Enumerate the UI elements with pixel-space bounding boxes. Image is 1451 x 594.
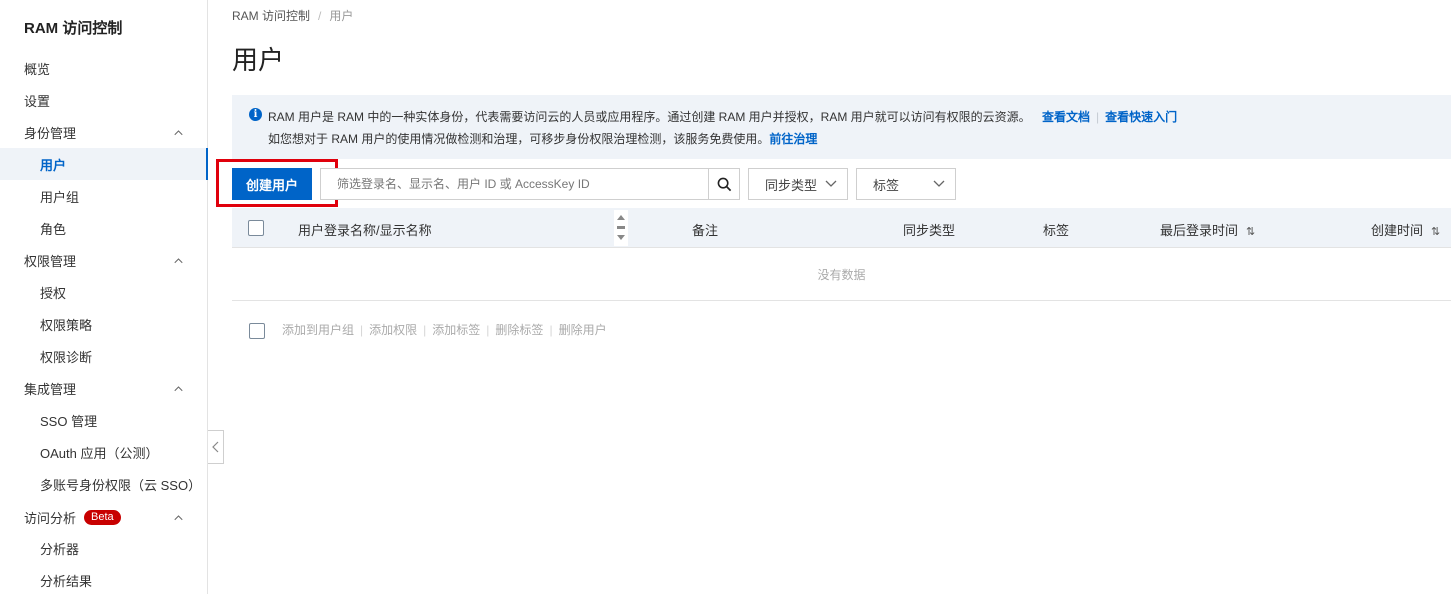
info-line-2: 如您想对于 RAM 用户的使用情况做检测和治理，可移步身份权限治理检测，该服务免… [268,130,817,147]
column-header-last-login[interactable]: 最后登录时间 ⇅ [1160,220,1255,239]
breadcrumb-current: 用户 [329,9,354,23]
info-text-2: 如您想对于 RAM 用户的使用情况做检测和治理，可移步身份权限治理检测，该服务免… [268,132,770,146]
sidebar-item-users[interactable]: 用户 [0,148,208,180]
sync-type-select-value: 同步类型 [765,177,818,193]
page-title: 用户 [232,45,285,75]
tag-select[interactable]: 标签 [856,168,956,200]
sidebar-item-label: 权限诊断 [40,349,93,365]
sidebar-item-oauth[interactable]: OAuth 应用（公测） [0,436,207,468]
batch-separator: | [423,323,427,337]
sidebar-item-label: 用户组 [40,189,80,205]
chevron-up-icon [174,258,183,264]
batch-select-checkbox[interactable] [249,323,265,339]
column-header-username: 用户登录名称/显示名称 [298,223,432,238]
tag-select-value: 标签 [873,177,900,193]
info-line-1: RAM 用户是 RAM 中的一种实体身份，代表需要访问云的人员或应用程序。通过创… [268,108,1177,125]
chevron-down-icon [933,180,945,187]
column-header-label: 最后登录时间 [1160,223,1239,238]
beta-badge: Beta [84,509,121,525]
sidebar-item-settings[interactable]: 设置 [0,84,207,116]
empty-text: 没有数据 [817,268,866,282]
sidebar: RAM 访问控制 概览 设置 身份管理 用户 用户组 角色 权限管理 授权 权限… [0,0,208,594]
column-header-created[interactable]: 创建时间 ⇅ [1371,220,1440,239]
sidebar-item-roles[interactable]: 角色 [0,212,207,244]
column-header-tags: 标签 [1043,223,1070,238]
sidebar-item-sso[interactable]: SSO 管理 [0,404,207,436]
column-resize-handle[interactable] [614,210,628,246]
batch-add-tag[interactable]: 添加标签 [432,323,480,337]
sidebar-item-label: 授权 [40,285,67,301]
column-header-sync-type: 同步类型 [903,223,956,238]
chevron-up-icon [174,130,183,136]
chevron-down-icon [825,180,837,187]
column-header-remark: 备注 [692,223,719,238]
table-header: 用户登录名称/显示名称 备注 同步类型 标签 最后登录时间 ⇅ 创建时间 ⇅ [232,208,1451,248]
batch-add-permission[interactable]: 添加权限 [369,323,417,337]
sidebar-item-label: OAuth 应用（公测） [40,445,159,461]
sidebar-group-identity[interactable]: 身份管理 [0,116,207,148]
sidebar-group-access-analysis[interactable]: 访问分析 Beta [0,501,207,533]
create-user-button[interactable]: 创建用户 [232,168,312,200]
sidebar-item-cloud-sso[interactable]: 多账号身份权限（云 SSO） [0,468,207,500]
sidebar-item-diagnostics[interactable]: 权限诊断 [0,340,207,372]
column-header-label: 创建时间 [1371,223,1424,238]
sidebar-item-label: 权限策略 [40,317,93,333]
sidebar-item-label: 分析器 [40,541,80,557]
search-icon [717,177,731,191]
quickstart-link[interactable]: 查看快速入门 [1105,110,1177,124]
search-button[interactable] [708,168,740,200]
sidebar-group-permissions[interactable]: 权限管理 [0,244,207,276]
batch-add-to-group[interactable]: 添加到用户组 [282,323,354,337]
sync-type-select[interactable]: 同步类型 [748,168,848,200]
sidebar-item-label: 集成管理 [24,381,77,397]
sidebar-collapse-button[interactable] [208,430,224,464]
chevron-up-icon [174,515,183,521]
select-all-checkbox[interactable] [248,220,264,236]
sidebar-item-label: 访问分析 [24,510,77,526]
info-banner: i RAM 用户是 RAM 中的一种实体身份，代表需要访问云的人员或应用程序。通… [232,95,1451,159]
app-title: RAM 访问控制 [24,20,123,37]
info-icon: i [249,108,262,121]
search-input[interactable] [320,168,709,200]
sidebar-item-label: 角色 [40,221,67,237]
sidebar-item-label: 设置 [24,93,51,109]
info-text: RAM 用户是 RAM 中的一种实体身份，代表需要访问云的人员或应用程序。通过创… [268,110,1031,124]
view-docs-link[interactable]: 查看文档 [1042,110,1090,124]
sidebar-item-user-groups[interactable]: 用户组 [0,180,207,212]
breadcrumb: RAM 访问控制 / 用户 [232,7,353,24]
sidebar-group-integration[interactable]: 集成管理 [0,372,207,404]
batch-separator: | [486,323,490,337]
batch-actions: 添加到用户组 | 添加权限 | 添加标签 | 删除标签 | 删除用户 [282,321,607,338]
batch-separator: | [549,323,553,337]
breadcrumb-separator: / [318,9,322,23]
batch-delete-tag[interactable]: 删除标签 [495,323,543,337]
breadcrumb-root[interactable]: RAM 访问控制 [232,9,310,23]
sort-icon[interactable]: ⇅ [1431,225,1440,238]
table-empty-row: 没有数据 [232,248,1451,301]
chevron-left-icon [212,441,219,453]
sidebar-item-overview[interactable]: 概览 [0,52,207,84]
sidebar-item-label: 分析结果 [40,573,93,589]
batch-separator: | [360,323,364,337]
sidebar-item-label: 权限管理 [24,253,77,269]
govern-link[interactable]: 前往治理 [769,132,817,146]
sidebar-item-label: 用户 [40,157,67,173]
sort-icon[interactable]: ⇅ [1246,225,1255,238]
sidebar-item-policies[interactable]: 权限策略 [0,308,207,340]
sidebar-item-label: SSO 管理 [40,413,98,429]
info-separator: | [1096,110,1100,124]
sidebar-item-label: 多账号身份权限（云 SSO） [40,477,202,493]
batch-delete-user[interactable]: 删除用户 [559,323,607,337]
sidebar-item-grants[interactable]: 授权 [0,276,207,308]
column-resize-icon [617,215,625,240]
sidebar-item-analyzer[interactable]: 分析器 [0,532,207,564]
sidebar-item-label: 概览 [24,61,51,77]
chevron-up-icon [174,386,183,392]
sidebar-item-label: 身份管理 [24,125,77,141]
sidebar-item-analysis-results[interactable]: 分析结果 [0,564,207,594]
